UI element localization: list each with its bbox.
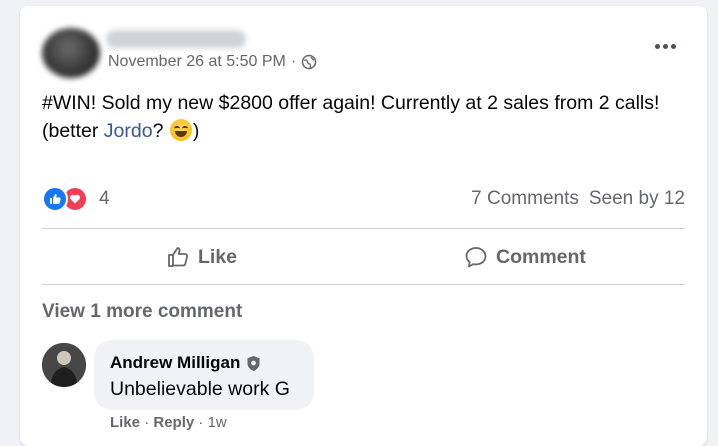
dot-icon: [670, 43, 676, 49]
like-reaction-icon: [42, 186, 68, 212]
like-button-label: Like: [198, 245, 238, 268]
reaction-count: 4: [99, 188, 110, 209]
thumbs-up-icon: [168, 247, 189, 267]
grinning-face-emoji-icon: [169, 119, 192, 141]
post-text-end: ): [192, 120, 200, 142]
comment-author-name: Andrew Milligan: [110, 353, 241, 372]
post-timestamp[interactable]: November 26 at 5:50 PM: [108, 53, 286, 71]
shield-badge-icon[interactable]: [246, 355, 261, 372]
comment-reply-link[interactable]: Reply: [153, 414, 194, 431]
comment-button-label: Comment: [496, 245, 586, 268]
author-avatar[interactable]: [42, 28, 100, 78]
dot-icon: [654, 43, 660, 49]
post-text-after-mention: ?: [152, 120, 169, 142]
comment-button[interactable]: Comment: [464, 237, 586, 277]
globe-icon[interactable]: [301, 54, 317, 70]
comments-count-link[interactable]: 7 Comments: [471, 188, 579, 210]
comment-author[interactable]: Andrew Milligan: [110, 353, 261, 373]
comment-bubble-icon: [465, 247, 487, 268]
post-meta: November 26 at 5:50 PM ·: [108, 53, 317, 71]
comment-age[interactable]: 1w: [208, 414, 227, 431]
more-options-button[interactable]: [647, 34, 683, 58]
post-body: #WIN! Sold my new $2800 offer again! Cur…: [42, 89, 682, 145]
seen-by-link[interactable]: Seen by 12: [589, 188, 685, 210]
meta-separator: ·: [290, 53, 297, 70]
divider-bottom: [42, 284, 685, 285]
post-hashtag[interactable]: #WIN: [42, 92, 91, 114]
post-mention[interactable]: Jordo: [104, 120, 153, 142]
like-button[interactable]: Like: [166, 237, 237, 277]
commenter-avatar[interactable]: [42, 343, 86, 387]
reactions-summary[interactable]: 4: [42, 186, 110, 212]
comment-actions: Like · Reply · 1w: [110, 414, 227, 431]
post-card: November 26 at 5:50 PM · #WIN! Sold my n…: [20, 6, 707, 446]
comment-like-link[interactable]: Like: [110, 414, 140, 431]
dot-icon: [662, 43, 668, 49]
view-more-comments-link[interactable]: View 1 more comment: [42, 301, 242, 323]
divider-top: [42, 228, 685, 229]
comment-text: Unbelievable work G: [110, 378, 290, 400]
author-name-blurred[interactable]: [106, 30, 246, 48]
post-stats: 7 Comments Seen by 12: [471, 188, 685, 210]
comment-bubble: Andrew Milligan Unbelievable work G: [94, 340, 314, 410]
